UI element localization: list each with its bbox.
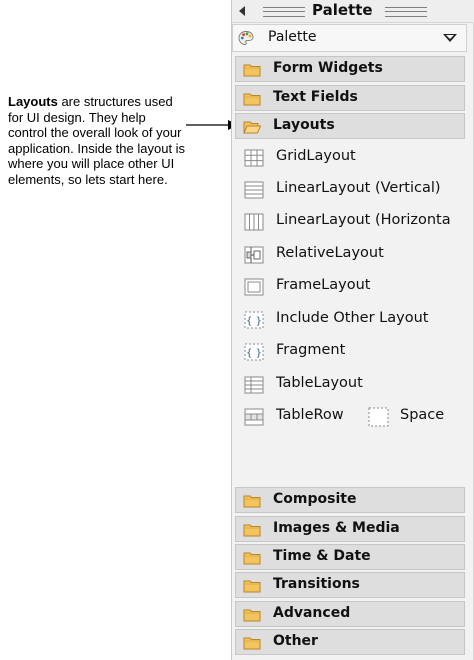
drawer-layouts[interactable]: Layouts [235, 113, 465, 139]
drawer-time-date[interactable]: Time & Date [235, 544, 465, 570]
palette-panel: Palette Palette Form Widgets Text Fields… [231, 0, 474, 660]
folder-closed-icon [243, 580, 261, 593]
linear-horizontal-icon [244, 213, 264, 231]
folder-closed-icon [243, 637, 261, 650]
grip-right-icon [385, 7, 427, 17]
palette-dropdown[interactable]: Palette [232, 24, 467, 52]
palette-dropdown-value: Palette [268, 29, 317, 45]
drawer-label: Text Fields [273, 89, 358, 105]
drawer-label: Form Widgets [273, 60, 383, 76]
drawer-text-fields[interactable]: Text Fields [235, 85, 465, 111]
folder-closed-icon [243, 552, 261, 565]
include-layout-icon: { } [244, 311, 264, 329]
palette-title: Palette [312, 1, 373, 19]
palette-item-label: RelativeLayout [276, 245, 384, 261]
palette-item-label: Fragment [276, 342, 346, 358]
space-icon [368, 407, 389, 427]
collapse-arrow-icon[interactable] [239, 6, 245, 16]
drawer-label: Composite [273, 491, 357, 507]
table-row-icon [244, 408, 264, 426]
svg-text:{ }: { } [246, 316, 262, 327]
drawer-advanced[interactable]: Advanced [235, 601, 465, 627]
svg-text:{ }: { } [246, 348, 262, 359]
layouts-annotation: Layouts are structures used for UI desig… [8, 94, 186, 188]
palette-item-label: Include Other Layout [276, 310, 429, 326]
drawer-composite[interactable]: Composite [235, 487, 465, 513]
drawer-label: Time & Date [273, 548, 371, 564]
fragment-icon: { } [244, 343, 264, 361]
table-layout-icon [244, 376, 264, 394]
palette-item-label: TableRow [276, 407, 344, 423]
drawer-label: Transitions [273, 576, 360, 592]
palette-item-label: FrameLayout [276, 277, 371, 293]
drawer-label: Images & Media [273, 520, 400, 536]
palette-item-label: GridLayout [276, 148, 356, 164]
folder-open-icon [243, 121, 261, 134]
grip-left-icon [263, 7, 305, 17]
folder-closed-icon [243, 64, 261, 77]
palette-item-label: Space [400, 407, 445, 423]
relative-layout-icon [244, 246, 264, 264]
folder-closed-icon [243, 495, 261, 508]
drawer-label: Layouts [273, 117, 335, 133]
annotation-bold-term: Layouts [8, 94, 58, 109]
frame-layout-icon [244, 278, 264, 296]
palette-item-label: TableLayout [276, 375, 363, 391]
palette-item-label: LinearLayout (Horizonta [276, 212, 451, 228]
chevron-down-icon[interactable] [443, 34, 457, 42]
palette-title-bar: Palette [232, 0, 474, 23]
drawer-label: Other [273, 633, 318, 649]
drawer-transitions[interactable]: Transitions [235, 572, 465, 598]
folder-closed-icon [243, 609, 261, 622]
folder-closed-icon [243, 524, 261, 537]
drawer-images-media[interactable]: Images & Media [235, 516, 465, 542]
palette-item-label: LinearLayout (Vertical) [276, 180, 441, 196]
drawer-other[interactable]: Other [235, 629, 465, 655]
folder-closed-icon [243, 93, 261, 106]
drawer-label: Advanced [273, 605, 351, 621]
palette-icon [238, 31, 254, 45]
linear-vertical-icon [244, 181, 264, 199]
drawer-form-widgets[interactable]: Form Widgets [235, 56, 465, 82]
grid-layout-icon [244, 149, 264, 167]
